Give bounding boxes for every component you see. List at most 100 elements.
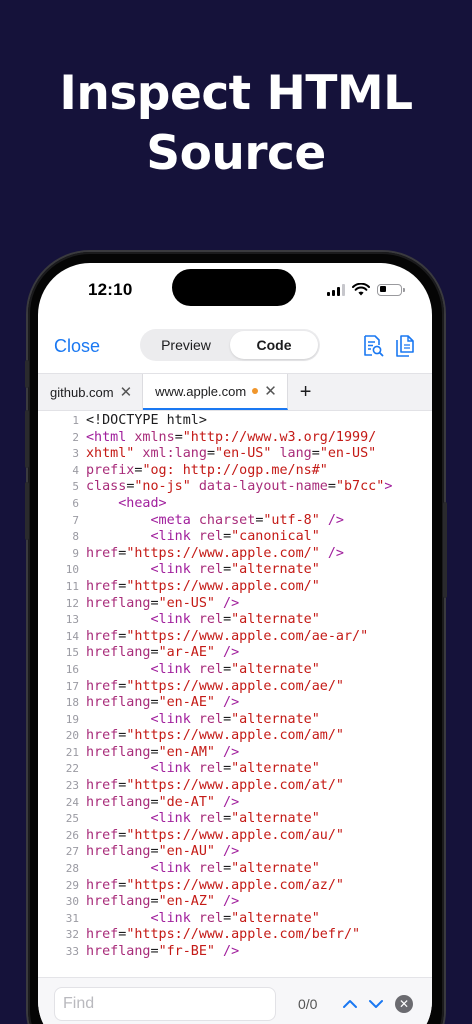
code-text: <meta charset="utf-8" /> bbox=[86, 512, 345, 530]
add-tab-button[interactable]: + bbox=[288, 374, 324, 410]
code-line: 3 xhtml" xml:lang="en-US" lang="en-US" bbox=[38, 446, 432, 463]
code-line: 19 <link rel="alternate" bbox=[38, 712, 432, 729]
code-token: hreflang bbox=[86, 794, 151, 810]
code-view[interactable]: 1 <!DOCTYPE html> 2 <html xmlns="http://www… bbox=[38, 413, 432, 969]
line-number: 20 bbox=[65, 729, 79, 743]
code-text: href="https://www.apple.com/az/" bbox=[86, 878, 344, 895]
line-number: 3 bbox=[72, 447, 79, 461]
code-token: rel bbox=[190, 711, 224, 727]
line-number: 31 bbox=[65, 911, 79, 925]
code-token: "en-US" bbox=[319, 446, 377, 462]
code-token: "en-US" bbox=[158, 595, 215, 611]
line-number: 33 bbox=[65, 945, 79, 958]
headline: Inspect HTML Source bbox=[0, 64, 472, 184]
headline-line-1: Inspect HTML bbox=[59, 66, 413, 121]
line-number: 10 bbox=[65, 563, 79, 577]
code-line: 9 href="https://www.apple.com/" /> bbox=[38, 546, 432, 563]
code-token: "de-AT" bbox=[158, 794, 215, 810]
code-token: /> bbox=[215, 794, 240, 810]
code-token: rel bbox=[190, 529, 224, 545]
code-token: = bbox=[150, 595, 159, 611]
line-number: 26 bbox=[65, 828, 79, 842]
code-token: "fr-BE" bbox=[158, 944, 215, 959]
headline-line-2: Source bbox=[146, 126, 326, 181]
find-input[interactable] bbox=[54, 987, 276, 1021]
close-tab-icon[interactable]: ✕ bbox=[264, 382, 277, 400]
chevron-down-icon[interactable] bbox=[368, 996, 384, 1012]
code-text: hreflang="en-US" /> bbox=[86, 596, 239, 613]
code-token: href bbox=[86, 827, 119, 843]
code-line: 31 <link rel="alternate" bbox=[38, 911, 432, 928]
code-line: 13 <link rel="alternate" bbox=[38, 612, 432, 629]
code-token: "alternate" bbox=[231, 861, 320, 877]
code-token: hreflang bbox=[86, 645, 151, 661]
line-number: 21 bbox=[65, 745, 79, 759]
code-line: 17 href="https://www.apple.com/ae/" bbox=[38, 679, 432, 696]
line-number: 32 bbox=[65, 928, 79, 942]
code-token: <link bbox=[150, 529, 191, 545]
segment-code[interactable]: Code bbox=[230, 331, 318, 359]
phone-volume-down bbox=[25, 482, 29, 540]
code-text: xhtml" xml:lang="en-US" lang="en-US" bbox=[86, 446, 376, 463]
code-token: href bbox=[86, 628, 119, 644]
code-token: "https://www.apple.com/" bbox=[126, 545, 320, 561]
chevron-up-icon[interactable] bbox=[342, 996, 358, 1012]
code-token: /> bbox=[215, 744, 240, 760]
line-number: 14 bbox=[65, 629, 79, 643]
tab-apple[interactable]: www.apple.com ✕ bbox=[143, 374, 288, 410]
status-icons bbox=[327, 283, 405, 296]
code-token: <link bbox=[150, 910, 191, 926]
clear-icon[interactable]: ✕ bbox=[395, 995, 413, 1013]
copy-document-icon[interactable] bbox=[394, 334, 416, 358]
line-number: 5 bbox=[72, 480, 79, 494]
code-text: hreflang="en-AU" /> bbox=[86, 844, 239, 861]
document-search-icon[interactable] bbox=[362, 334, 384, 358]
code-text: <!DOCTYPE html> bbox=[86, 413, 207, 430]
code-text: <link rel="canonical" bbox=[86, 529, 320, 546]
signal-icon bbox=[327, 283, 345, 296]
code-text: class="no-js" data-layout-name="b7cc"> bbox=[86, 479, 392, 496]
code-token: <link bbox=[150, 661, 191, 677]
code-text: <link rel="alternate" bbox=[86, 562, 320, 579]
code-token: <link bbox=[150, 761, 191, 777]
code-token: rel bbox=[190, 861, 224, 877]
close-tab-icon[interactable]: ✕ bbox=[120, 383, 133, 401]
code-token: "http://www.w3.org/1999/ bbox=[182, 429, 377, 445]
code-text: <link rel="alternate" bbox=[86, 712, 320, 729]
code-token: = bbox=[223, 612, 232, 628]
phone-power-button bbox=[443, 502, 447, 598]
line-number: 13 bbox=[65, 613, 79, 627]
code-token: "https://www.apple.com/at/" bbox=[126, 778, 344, 794]
segment-preview[interactable]: Preview bbox=[142, 331, 230, 359]
code-text: href="https://www.apple.com/au/" bbox=[86, 828, 344, 845]
code-line: 23 href="https://www.apple.com/at/" bbox=[38, 778, 432, 795]
code-token: /> bbox=[215, 844, 240, 860]
code-line: 5 class="no-js" data-layout-name="b7cc"> bbox=[38, 479, 432, 496]
code-token: "alternate" bbox=[231, 562, 320, 578]
phone-volume-up bbox=[25, 410, 29, 468]
code-line: 33 hreflang="fr-BE" /> bbox=[38, 944, 432, 961]
code-token: <meta bbox=[150, 512, 191, 528]
code-token: = bbox=[223, 910, 232, 926]
line-number: 25 bbox=[65, 812, 79, 826]
code-line: 16 <link rel="alternate" bbox=[38, 662, 432, 679]
line-number: 7 bbox=[72, 513, 79, 527]
code-text: <link rel="alternate" bbox=[86, 761, 320, 778]
code-token: "https://www.apple.com/am/" bbox=[126, 728, 344, 744]
tab-github[interactable]: github.com ✕ bbox=[38, 374, 144, 410]
code-token: = bbox=[150, 695, 159, 711]
close-button[interactable]: Close bbox=[54, 336, 100, 357]
code-token: xml:lang bbox=[134, 446, 207, 462]
code-text: prefix="og: http://ogp.me/ns#" bbox=[86, 463, 328, 480]
code-token: = bbox=[223, 661, 232, 677]
code-line: 20 href="https://www.apple.com/am/" bbox=[38, 728, 432, 745]
code-token: "https://www.apple.com/ae/" bbox=[126, 678, 344, 694]
line-number: 15 bbox=[65, 646, 79, 660]
code-token: "alternate" bbox=[231, 711, 320, 727]
code-token: > bbox=[384, 479, 393, 495]
line-number: 16 bbox=[65, 662, 79, 676]
code-token: = bbox=[150, 794, 159, 810]
